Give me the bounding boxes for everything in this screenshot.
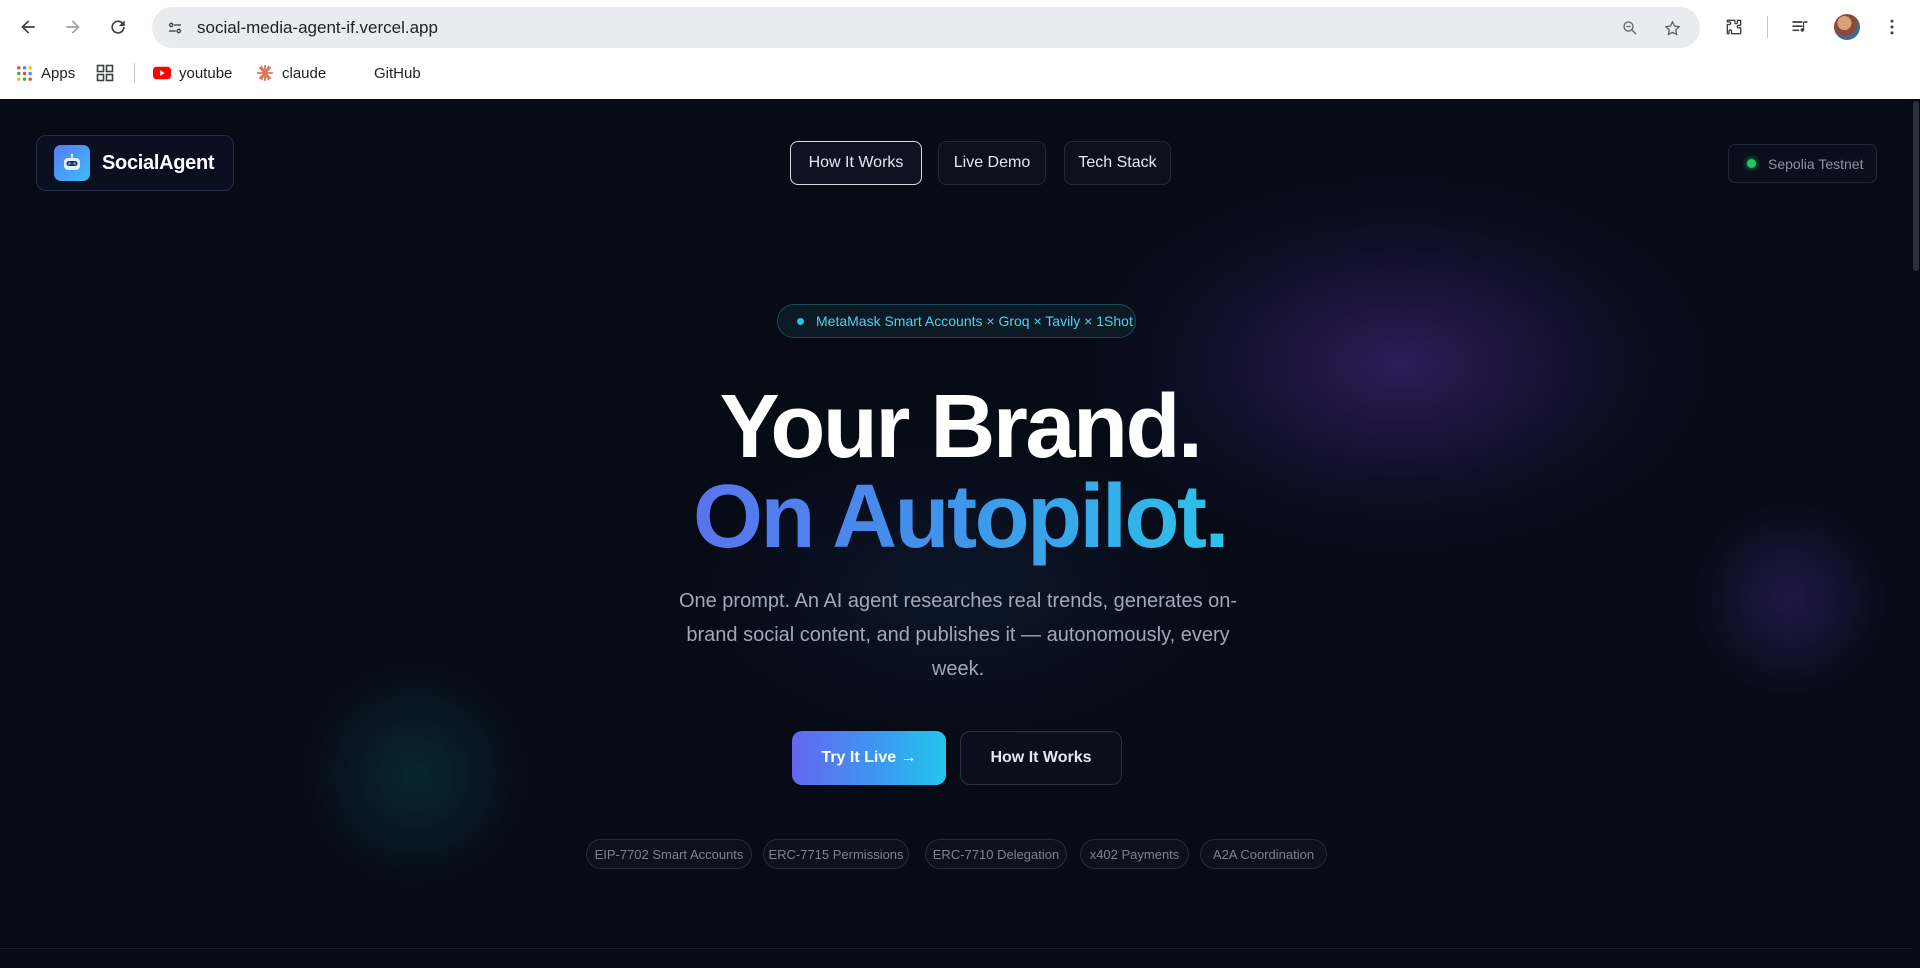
bookmarks-divider xyxy=(134,63,135,83)
bookmark-label: Apps xyxy=(41,64,76,82)
bookmark-label: youtube xyxy=(179,64,233,82)
site-info-icon[interactable] xyxy=(162,15,188,41)
integrations-badge: MetaMask Smart Accounts × Groq × Tavily … xyxy=(777,304,1136,338)
forward-button[interactable] xyxy=(57,11,89,43)
status-dot xyxy=(1747,159,1756,168)
tech-tag: x402 Payments xyxy=(1080,839,1189,869)
scrollbar-thumb[interactable] xyxy=(1913,101,1919,271)
tech-tag: ERC-7710 Delegation xyxy=(925,839,1067,869)
toolbar-divider xyxy=(1767,16,1768,38)
nav-tech-stack[interactable]: Tech Stack xyxy=(1064,141,1171,185)
browser-toolbar: social-media-agent-if.vercel.app xyxy=(0,0,1920,54)
back-button[interactable] xyxy=(12,11,44,43)
reload-icon xyxy=(111,20,125,34)
network-status: Sepolia Testnet xyxy=(1728,144,1877,183)
profile-avatar[interactable] xyxy=(1834,14,1860,40)
background-glow xyxy=(300,659,530,889)
media-controls-icon[interactable] xyxy=(1784,11,1816,43)
tech-tag: A2A Coordination xyxy=(1200,839,1327,869)
nav-how-it-works[interactable]: How It Works xyxy=(790,141,922,185)
bookmark-label: claude xyxy=(282,64,327,82)
url-text[interactable]: social-media-agent-if.vercel.app xyxy=(197,18,438,38)
youtube-icon xyxy=(153,64,171,82)
github-icon xyxy=(348,64,366,82)
try-it-live-button[interactable]: Try It Live → xyxy=(792,731,946,785)
badge-dot xyxy=(797,317,804,325)
apps-grid-icon xyxy=(15,64,33,82)
hero-subtitle: One prompt. An AI agent researches real … xyxy=(678,590,1238,680)
back-arrow-icon xyxy=(21,20,35,34)
page-scrollbar[interactable] xyxy=(1912,99,1920,968)
robot-icon xyxy=(54,145,90,181)
how-it-works-button[interactable]: How It Works xyxy=(960,731,1122,785)
hero-title-line-1: Your Brand. xyxy=(719,377,1203,477)
browser-menu-icon[interactable] xyxy=(1876,11,1908,43)
bookmarks-bar: Apps youtube claude GitHub xyxy=(0,54,1920,91)
bookmark-tab-groups[interactable] xyxy=(96,61,122,85)
section-divider xyxy=(0,948,1912,949)
landing-page: SocialAgent How It Works Live Demo Tech … xyxy=(0,99,1920,968)
address-bar[interactable]: social-media-agent-if.vercel.app xyxy=(152,7,1700,48)
bookmark-claude[interactable]: claude xyxy=(256,61,326,85)
zoom-icon[interactable] xyxy=(1617,15,1643,41)
tech-tag: EIP-7702 Smart Accounts xyxy=(586,839,752,869)
browser-chrome: social-media-agent-if.vercel.app Apps yo… xyxy=(0,0,1920,99)
logo-text: SocialAgent xyxy=(102,151,215,174)
network-label: Sepolia Testnet xyxy=(1768,155,1864,172)
badge-label: MetaMask Smart Accounts × Groq × Tavily … xyxy=(816,313,1133,329)
claude-icon xyxy=(256,64,274,82)
hero-title-line-2: On Autopilot. xyxy=(0,467,1920,567)
bookmark-apps[interactable]: Apps xyxy=(15,61,75,85)
extensions-icon[interactable] xyxy=(1718,11,1750,43)
bookmark-youtube[interactable]: youtube xyxy=(153,61,232,85)
forward-arrow-icon xyxy=(66,20,80,34)
tab-groups-icon xyxy=(96,64,114,82)
tech-tag: ERC-7715 Permissions xyxy=(763,839,909,869)
bookmark-github[interactable]: GitHub xyxy=(348,61,421,85)
site-logo[interactable]: SocialAgent xyxy=(36,135,234,191)
bookmark-label: GitHub xyxy=(374,64,421,82)
hero-title-gradient: On Autopilot. xyxy=(693,467,1230,567)
reload-button[interactable] xyxy=(102,11,134,43)
nav-live-demo[interactable]: Live Demo xyxy=(938,141,1046,185)
bookmark-star-icon[interactable] xyxy=(1659,15,1685,41)
